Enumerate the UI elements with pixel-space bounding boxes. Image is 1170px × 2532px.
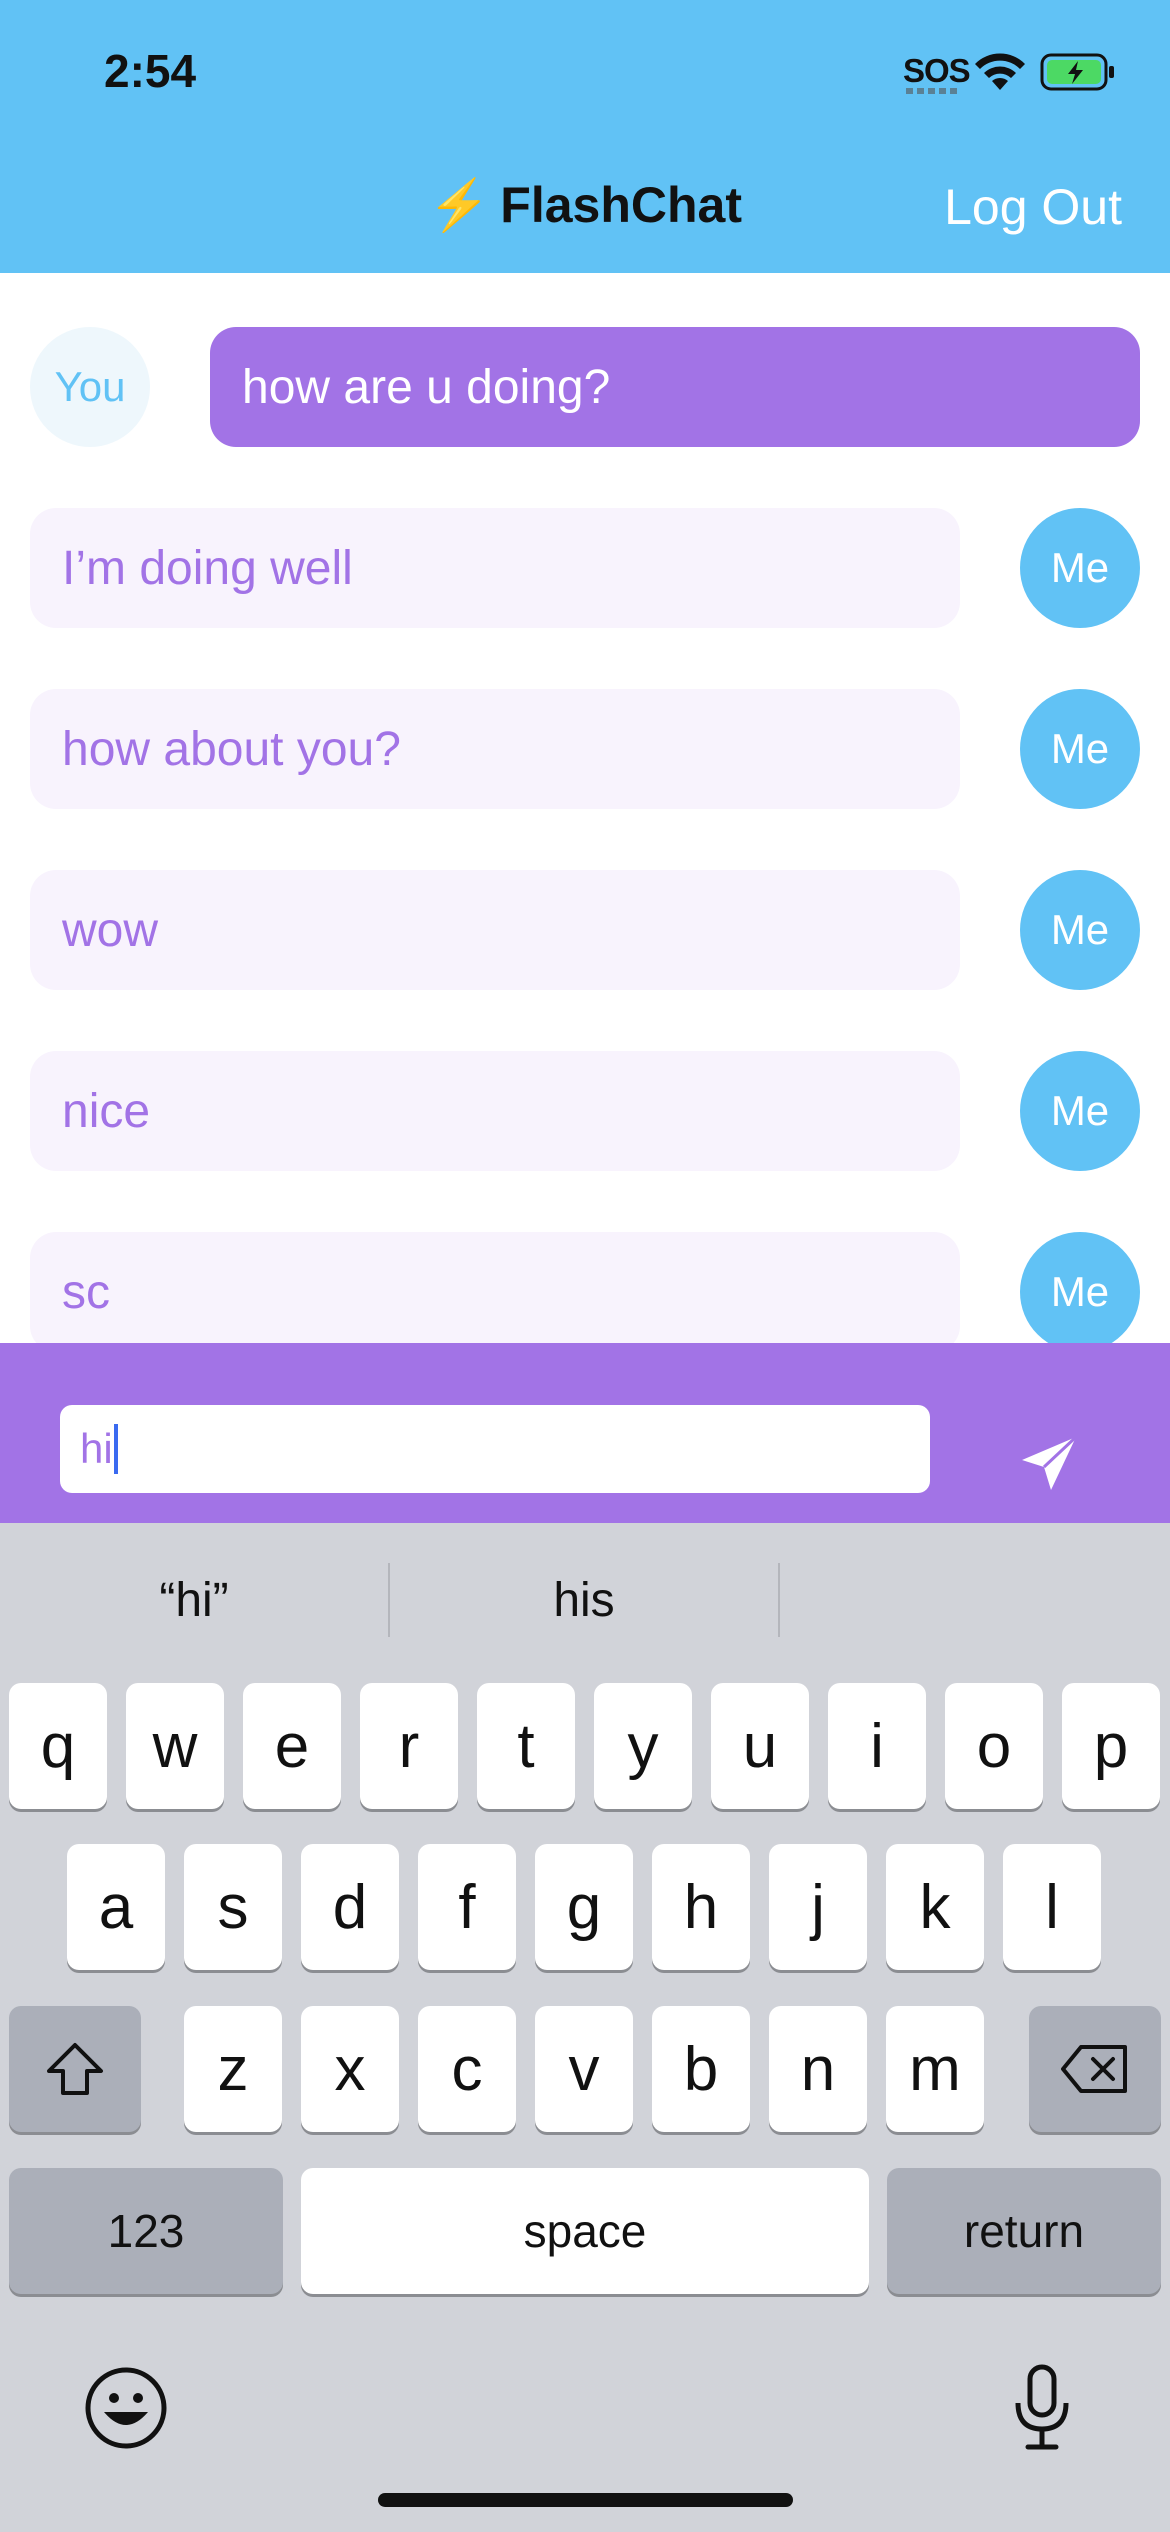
key-d[interactable]: d	[301, 1844, 399, 1970]
key-m[interactable]: m	[886, 2006, 984, 2132]
key-v[interactable]: v	[535, 2006, 633, 2132]
avatar-me: Me	[1020, 1232, 1140, 1343]
app-title: FlashChat	[500, 177, 742, 233]
delete-key[interactable]	[1029, 2006, 1161, 2132]
key-o[interactable]: o	[945, 1683, 1043, 1809]
key-l[interactable]: l	[1003, 1844, 1101, 1970]
key-i[interactable]: i	[828, 1683, 926, 1809]
message-input[interactable]: hi	[60, 1405, 930, 1493]
battery-icon	[1040, 53, 1114, 91]
key-w[interactable]: w	[126, 1683, 224, 1809]
message-bubble-outgoing: nice	[30, 1051, 960, 1171]
suggestion-2[interactable]: his	[390, 1565, 778, 1635]
suggestion-3[interactable]	[780, 1565, 1170, 1635]
avatar-me: Me	[1020, 870, 1140, 990]
shift-icon	[47, 2043, 103, 2095]
key-r[interactable]: r	[360, 1683, 458, 1809]
key-b[interactable]: b	[652, 2006, 750, 2132]
key-h[interactable]: h	[652, 1844, 750, 1970]
paper-plane-icon[interactable]	[1018, 1433, 1080, 1495]
key-g[interactable]: g	[535, 1844, 633, 1970]
key-z[interactable]: z	[184, 2006, 282, 2132]
space-key[interactable]: space	[301, 2168, 869, 2294]
key-y[interactable]: y	[594, 1683, 692, 1809]
text-caret	[113, 1424, 118, 1474]
microphone-icon[interactable]	[1010, 2363, 1074, 2453]
key-a[interactable]: a	[67, 1844, 165, 1970]
key-t[interactable]: t	[477, 1683, 575, 1809]
avatar-me: Me	[1020, 508, 1140, 628]
key-k[interactable]: k	[886, 1844, 984, 1970]
message-composer: hi	[0, 1343, 1170, 1523]
key-s[interactable]: s	[184, 1844, 282, 1970]
key-j[interactable]: j	[769, 1844, 867, 1970]
logout-button[interactable]: Log Out	[944, 178, 1122, 236]
suggestion-1[interactable]: “hi”	[0, 1565, 388, 1635]
status-time: 2:54	[104, 45, 197, 97]
key-c[interactable]: c	[418, 2006, 516, 2132]
return-key[interactable]: return	[887, 2168, 1161, 2294]
wifi-icon	[975, 53, 1025, 90]
key-n[interactable]: n	[769, 2006, 867, 2132]
message-bubble-incoming: how are u doing?	[210, 327, 1140, 447]
bolt-icon: ⚡	[428, 177, 491, 233]
avatar-me: Me	[1020, 689, 1140, 809]
key-q[interactable]: q	[9, 1683, 107, 1809]
delete-icon	[1061, 2045, 1127, 2093]
message-list[interactable]: You how are u doing? I’m doing well Me h…	[0, 273, 1170, 1343]
key-u[interactable]: u	[711, 1683, 809, 1809]
key-e[interactable]: e	[243, 1683, 341, 1809]
signal-dots	[906, 88, 958, 94]
home-indicator	[378, 2493, 793, 2507]
emoji-icon[interactable]	[84, 2366, 168, 2450]
key-p[interactable]: p	[1062, 1683, 1160, 1809]
message-bubble-outgoing: sc	[30, 1232, 960, 1343]
message-bubble-outgoing: I’m doing well	[30, 508, 960, 628]
keyboard: “hi” his q w e r t y u i o p a s d f g h…	[0, 1523, 1170, 2532]
shift-key[interactable]	[9, 2006, 141, 2132]
key-f[interactable]: f	[418, 1844, 516, 1970]
sos-indicator: SOS	[903, 52, 971, 89]
message-bubble-outgoing: how about you?	[30, 689, 960, 809]
key-x[interactable]: x	[301, 2006, 399, 2132]
avatar-you: You	[30, 327, 150, 447]
numbers-key[interactable]: 123	[9, 2168, 283, 2294]
avatar-me: Me	[1020, 1051, 1140, 1171]
message-input-value: hi	[80, 1425, 113, 1472]
header: 2:54 SOS ⚡ FlashChat Log Out	[0, 0, 1170, 273]
message-bubble-outgoing: wow	[30, 870, 960, 990]
